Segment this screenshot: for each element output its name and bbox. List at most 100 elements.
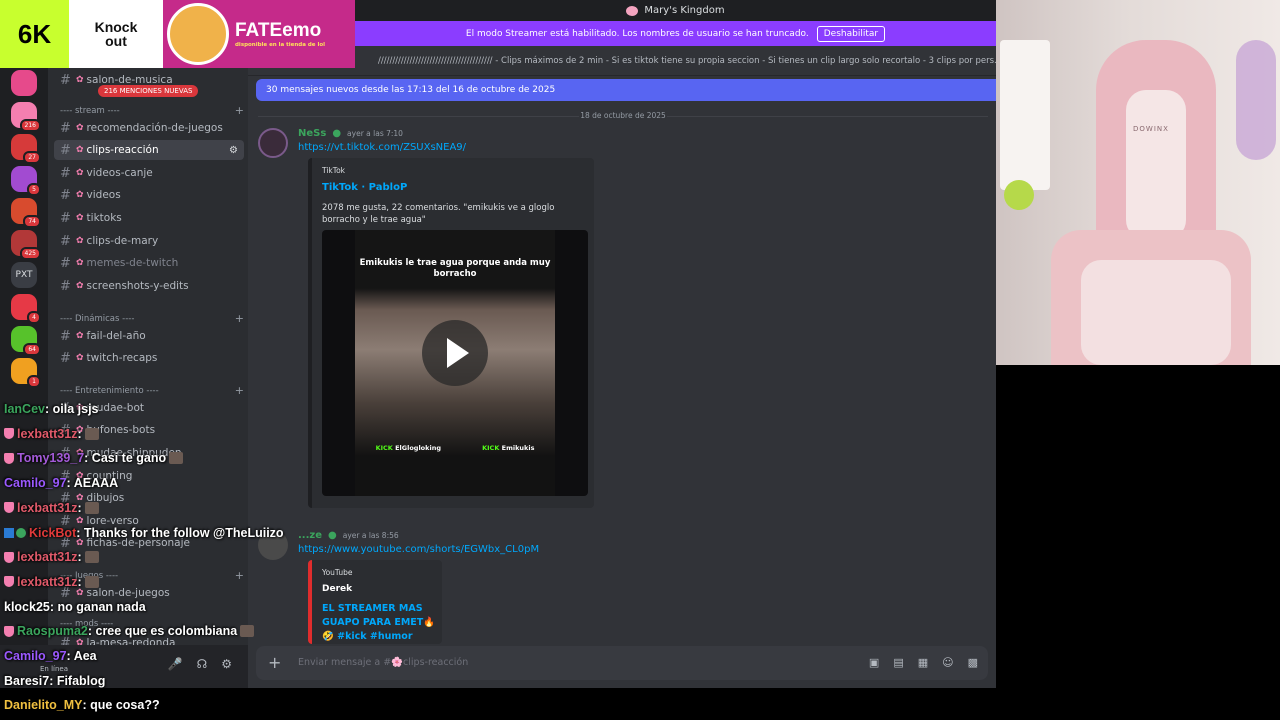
- composer-placeholder[interactable]: Enviar mensaje a #🌸clips-reacción: [298, 657, 468, 668]
- add-channel-icon[interactable]: +: [235, 384, 244, 397]
- flower-icon: ✿: [76, 353, 84, 363]
- chat-message: Baresi7 : Fifablog: [4, 674, 105, 688]
- kick-name: ElGlogloking: [395, 444, 441, 452]
- author-name[interactable]: ...ze: [298, 530, 322, 541]
- gif-icon[interactable]: ▤: [893, 656, 903, 669]
- chat-text: : Fifablog: [49, 673, 106, 688]
- category-stream[interactable]: ---- stream ---- +: [60, 104, 244, 117]
- server-icon[interactable]: PXT: [11, 262, 37, 288]
- chat-username[interactable]: Camilo_97: [4, 476, 67, 490]
- video-player[interactable]: Emikukis le trae agua porque anda muy bo…: [322, 230, 588, 496]
- server-icon[interactable]: 74: [11, 198, 41, 228]
- chat-username[interactable]: Camilo_97: [4, 649, 67, 663]
- screen: ////////////////////////////////////////…: [0, 0, 1280, 720]
- channel-item[interactable]: # ✿ videos: [54, 185, 244, 205]
- server-icon[interactable]: 216: [11, 102, 41, 132]
- author-name[interactable]: NeSs: [298, 128, 326, 139]
- chat-text: : que cosa??: [82, 698, 160, 713]
- chat-message: lexbatt31z :: [4, 550, 99, 564]
- disable-streamer-button[interactable]: Deshabilitar: [816, 25, 886, 42]
- knockout-text: out: [105, 33, 127, 49]
- embed-title-text: EL STREAMER MAS GUAPO PARA EMET🔥: [322, 603, 436, 628]
- channel-item[interactable]: # ✿ clips-de-mary: [54, 231, 244, 251]
- channel-label: clips-de-mary: [86, 235, 159, 247]
- message-composer[interactable]: + Enviar mensaje a #🌸clips-reacción ▣ ▤ …: [256, 646, 988, 680]
- server-icon[interactable]: 5: [11, 166, 41, 196]
- chat-panel: ////////////////////////////////////////…: [248, 46, 996, 688]
- category-label: ---- stream ----: [60, 105, 120, 116]
- chat-username[interactable]: lexbatt31z: [17, 575, 77, 589]
- chat-text: : cree que es colombiana: [87, 624, 238, 639]
- hash-icon: #: [60, 210, 71, 226]
- add-channel-icon[interactable]: +: [235, 104, 244, 117]
- sticker-icon[interactable]: ▦: [918, 656, 928, 669]
- chat-message: Danielito_MY : que cosa??: [4, 698, 160, 712]
- add-channel-icon[interactable]: +: [235, 569, 244, 582]
- emote-icon: [240, 625, 255, 638]
- hash-icon: #: [60, 72, 71, 88]
- embed-title[interactable]: TikTok · PabloP: [322, 182, 407, 193]
- message-link[interactable]: https://vt.tiktok.com/ZSUXsNEA9/: [298, 142, 466, 153]
- category-dinamicas[interactable]: ---- Dinámicas ---- +: [60, 312, 244, 325]
- channel-item[interactable]: # ✿ memes-de-twitch: [54, 253, 244, 273]
- settings-gear-icon[interactable]: ⚙: [229, 145, 238, 156]
- server-icon[interactable]: 425: [11, 230, 41, 260]
- channel-item-active[interactable]: # ✿ clips-reacción ⚙: [54, 140, 244, 160]
- mod-badge-icon: [4, 502, 14, 514]
- member-icon: ●: [332, 128, 342, 139]
- chat-message: Tomy139_7 : Casi te gano: [4, 451, 184, 465]
- flower-icon: ✿: [76, 145, 84, 155]
- apps-icon[interactable]: ▩: [968, 656, 978, 669]
- mentions-pill[interactable]: 216 MENCIONES NUEVAS: [98, 85, 199, 97]
- channel-topic[interactable]: ////////////////////////////////////////…: [248, 46, 996, 76]
- server-icon[interactable]: 27: [11, 134, 41, 164]
- server-icon[interactable]: 4: [11, 294, 41, 324]
- server-icon[interactable]: [11, 70, 37, 96]
- channel-item[interactable]: # ✿ videos-canje: [54, 163, 244, 183]
- overlay-background: [996, 365, 1280, 688]
- plus-icon[interactable]: +: [268, 653, 281, 672]
- category-entretenimiento[interactable]: ---- Entretenimiento ---- +: [60, 384, 244, 397]
- message-link[interactable]: https://www.youtube.com/shorts/EGWbx_CL0…: [298, 544, 539, 555]
- chat-username[interactable]: Danielito_MY: [4, 698, 83, 712]
- hash-icon: #: [60, 233, 71, 249]
- chat-username[interactable]: lexbatt31z: [17, 427, 77, 441]
- server-icon[interactable]: 64: [11, 326, 41, 356]
- microphone-icon[interactable]: 🎤: [168, 657, 183, 671]
- gift-icon[interactable]: ▣: [869, 656, 879, 669]
- channel-item[interactable]: # ✿ recomendación-de-juegos: [54, 118, 244, 138]
- chat-username[interactable]: Raospuma2: [17, 624, 88, 638]
- chat-username[interactable]: lexbatt31z: [17, 501, 77, 515]
- message-header: NeSs ● ayer a las 7:10: [298, 128, 403, 139]
- chat-username[interactable]: Tomy139_7: [17, 451, 84, 465]
- channel-item[interactable]: # ✿ fail-del-año: [54, 326, 244, 346]
- chat-username[interactable]: klock25: [4, 600, 50, 614]
- add-channel-icon[interactable]: +: [235, 312, 244, 325]
- server-icon[interactable]: 1: [11, 358, 41, 388]
- channel-item[interactable]: # ✿ tiktoks: [54, 208, 244, 228]
- streamer-mode-banner: El modo Streamer está habilitado. Los no…: [355, 21, 996, 46]
- fateemo-mascot-icon: [167, 3, 229, 65]
- play-icon[interactable]: [422, 320, 488, 386]
- chat-username[interactable]: IanCev: [4, 402, 45, 416]
- channel-label: videos-canje: [86, 167, 153, 179]
- avatar[interactable]: [258, 128, 288, 158]
- chat-username[interactable]: lexbatt31z: [17, 550, 77, 564]
- flower-icon: ✿: [76, 258, 84, 268]
- user-status: En línea: [40, 665, 69, 673]
- emoji-icon[interactable]: ☺: [942, 656, 953, 669]
- mention-badge: 64: [23, 343, 41, 356]
- emote-icon: [84, 551, 99, 564]
- headphones-icon[interactable]: ☊: [197, 657, 208, 671]
- fateemo-title: FATEemo: [235, 20, 322, 41]
- new-messages-bar[interactable]: 30 mensajes nuevos desde las 17:13 del 1…: [256, 79, 996, 101]
- channel-item[interactable]: # ✿ twitch-recaps: [54, 348, 244, 368]
- settings-gear-icon[interactable]: ⚙: [221, 657, 232, 671]
- sponsor-logo-knockout: Knock out: [69, 0, 163, 68]
- embed-title[interactable]: EL STREAMER MAS GUAPO PARA EMET🔥 🤣 #kick …: [322, 602, 442, 644]
- chat-username[interactable]: Baresi7: [4, 674, 49, 688]
- chat-username[interactable]: KickBot: [29, 526, 76, 540]
- embed-author[interactable]: Derek: [322, 584, 352, 594]
- channel-item[interactable]: # ✿ screenshots-y-edits: [54, 276, 244, 296]
- channel-sidebar: # ✿ salon-de-musica 216 MENCIONES NUEVAS -…: [48, 68, 248, 688]
